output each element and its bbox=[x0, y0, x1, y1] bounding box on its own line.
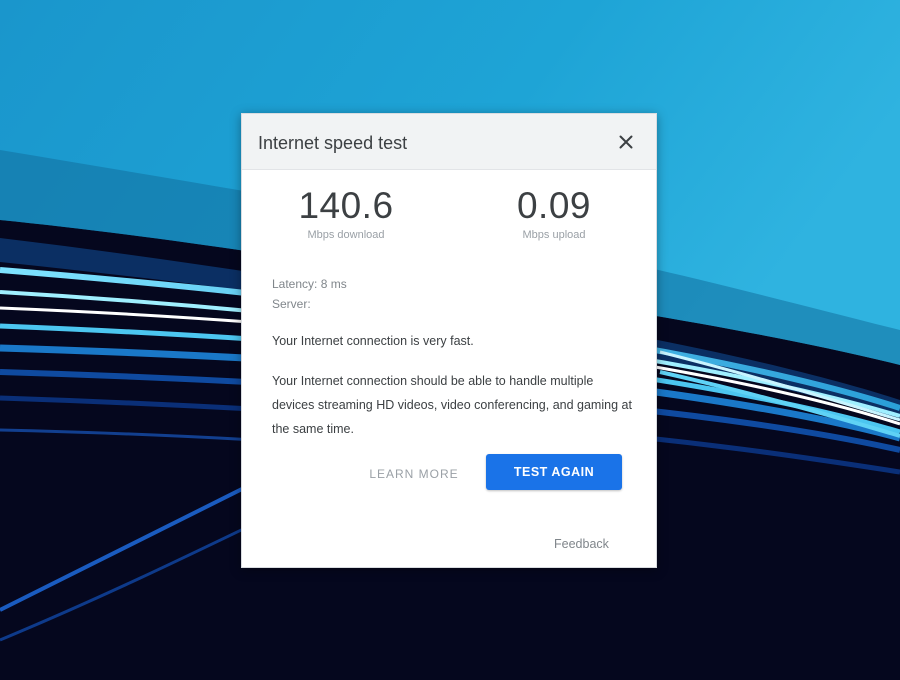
connection-verdict: Your Internet connection is very fast. bbox=[272, 334, 474, 348]
connection-description: Your Internet connection should be able … bbox=[272, 374, 632, 436]
download-speed-value: 140.6 bbox=[298, 185, 394, 226]
dialog-header: Internet speed test bbox=[242, 114, 656, 170]
close-button[interactable] bbox=[612, 128, 640, 156]
download-metric: 140.6 Mbps download bbox=[256, 184, 436, 242]
upload-speed-value: 0.09 bbox=[516, 185, 591, 226]
close-icon bbox=[619, 135, 633, 149]
dialog-title: Internet speed test bbox=[258, 133, 408, 153]
upload-speed-unit: Mbps upload bbox=[522, 229, 586, 241]
download-speed-unit: Mbps download bbox=[307, 229, 385, 241]
upload-metric: 0.09 Mbps upload bbox=[464, 184, 644, 242]
test-again-button[interactable]: TEST AGAIN bbox=[486, 454, 622, 490]
feedback-link[interactable]: Feedback bbox=[554, 537, 609, 551]
learn-more-button[interactable]: LEARN MORE bbox=[360, 462, 468, 486]
speed-test-dialog: Internet speed test 140.6 Mbps download … bbox=[241, 113, 657, 568]
latency-text: Latency: 8 ms bbox=[272, 277, 347, 291]
server-text: Server: bbox=[272, 297, 311, 311]
